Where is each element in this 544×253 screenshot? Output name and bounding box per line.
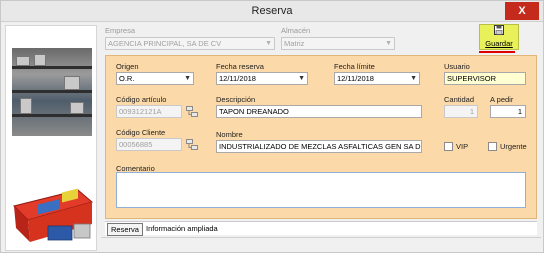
reserva-window: Reserva X Empresa AGENCIA PRINCIPAL, SA … bbox=[0, 0, 544, 253]
codigo-articulo-label: Código artículo bbox=[116, 95, 167, 104]
codigo-cliente-label: Código Cliente bbox=[116, 128, 166, 137]
cantidad-field: 1 bbox=[444, 105, 478, 118]
urgente-label: Urgente bbox=[500, 142, 527, 151]
guardar-label: Guardar bbox=[485, 39, 513, 48]
nombre-value: INDUSTRIALIZADO DE MEZCLAS ASFALTICAS GE… bbox=[219, 142, 422, 151]
close-button[interactable]: X bbox=[505, 2, 539, 20]
chevron-down-icon: ▼ bbox=[298, 75, 305, 82]
tab-reserva[interactable]: Reserva bbox=[107, 223, 143, 236]
fecha-reserva-value: 12/11/2018 bbox=[219, 74, 256, 83]
tab-informacion-ampliada[interactable]: Información ampliada bbox=[143, 223, 221, 236]
cantidad-label: Cantidad bbox=[444, 95, 475, 104]
chevron-down-icon: ▼ bbox=[410, 75, 417, 82]
guardar-button[interactable]: Guardar bbox=[479, 24, 519, 50]
usuario-field: SUPERVISOR bbox=[444, 72, 526, 85]
title-bar[interactable]: Reserva X bbox=[1, 1, 543, 22]
cantidad-value: 1 bbox=[469, 107, 474, 116]
lookup-icon[interactable] bbox=[186, 106, 198, 118]
annotation-underline bbox=[479, 51, 515, 53]
codigo-articulo-value: 009312121A bbox=[119, 107, 162, 116]
reserva-form-panel: Origen O.R. ▼ Fecha reserva 12/11/2018 ▼… bbox=[105, 55, 537, 219]
codigo-cliente-value: 00056885 bbox=[119, 140, 153, 149]
descripcion-field[interactable]: TAPON DREANADO bbox=[216, 105, 422, 118]
origen-select[interactable]: O.R. ▼ bbox=[116, 72, 194, 85]
a-pedir-field[interactable]: 1 bbox=[490, 105, 526, 118]
chevron-down-icon: ▼ bbox=[184, 75, 191, 82]
vip-checkbox[interactable] bbox=[444, 142, 453, 151]
product-toolbox-image bbox=[13, 188, 94, 242]
origen-value: O.R. bbox=[119, 74, 135, 83]
warehouse-photo bbox=[12, 48, 92, 136]
lookup-icon[interactable] bbox=[186, 139, 198, 151]
empresa-select[interactable]: AGENCIA PRINCIPAL, SA DE CV ▼ bbox=[105, 37, 275, 50]
nombre-field[interactable]: INDUSTRIALIZADO DE MEZCLAS ASFALTICAS GE… bbox=[216, 140, 422, 153]
almacen-label: Almacén bbox=[281, 26, 311, 35]
fecha-reserva-picker[interactable]: 12/11/2018 ▼ bbox=[216, 72, 308, 85]
tab-strip: Reserva Información ampliada bbox=[105, 221, 537, 236]
urgente-checkbox[interactable] bbox=[488, 142, 497, 151]
tab-informacion-ampliada-label: Información ampliada bbox=[146, 224, 218, 233]
fecha-limite-picker[interactable]: 12/11/2018 ▼ bbox=[334, 72, 420, 85]
status-bar bbox=[101, 237, 541, 251]
chevron-down-icon: ▼ bbox=[265, 40, 272, 47]
chevron-down-icon: ▼ bbox=[385, 40, 392, 47]
tab-reserva-label: Reserva bbox=[111, 225, 139, 234]
side-image-panel bbox=[5, 25, 97, 251]
descripcion-value: TAPON DREANADO bbox=[219, 107, 289, 116]
a-pedir-value: 1 bbox=[517, 107, 522, 116]
comentario-textarea[interactable] bbox=[116, 172, 526, 208]
fecha-reserva-label: Fecha reserva bbox=[216, 62, 264, 71]
empresa-label: Empresa bbox=[105, 26, 136, 35]
a-pedir-label: A pedir bbox=[490, 95, 514, 104]
almacen-value: Matriz bbox=[284, 39, 305, 48]
codigo-articulo-field[interactable]: 009312121A bbox=[116, 105, 182, 118]
codigo-cliente-field[interactable]: 00056885 bbox=[116, 138, 182, 151]
fecha-limite-label: Fecha límite bbox=[334, 62, 375, 71]
usuario-label: Usuario bbox=[444, 62, 470, 71]
usuario-value: SUPERVISOR bbox=[447, 74, 497, 83]
header-form: Empresa AGENCIA PRINCIPAL, SA DE CV ▼ Al… bbox=[101, 23, 541, 55]
floppy-disk-icon bbox=[480, 25, 518, 39]
window-title: Reserva bbox=[251, 5, 293, 17]
descripcion-label: Descripción bbox=[216, 95, 256, 104]
vip-label: VIP bbox=[456, 142, 469, 151]
origen-label: Origen bbox=[116, 62, 139, 71]
fecha-limite-value: 12/11/2018 bbox=[337, 74, 374, 83]
nombre-label: Nombre bbox=[216, 130, 243, 139]
close-icon: X bbox=[518, 5, 526, 17]
empresa-value: AGENCIA PRINCIPAL, SA DE CV bbox=[108, 39, 222, 48]
almacen-select[interactable]: Matriz ▼ bbox=[281, 37, 395, 50]
